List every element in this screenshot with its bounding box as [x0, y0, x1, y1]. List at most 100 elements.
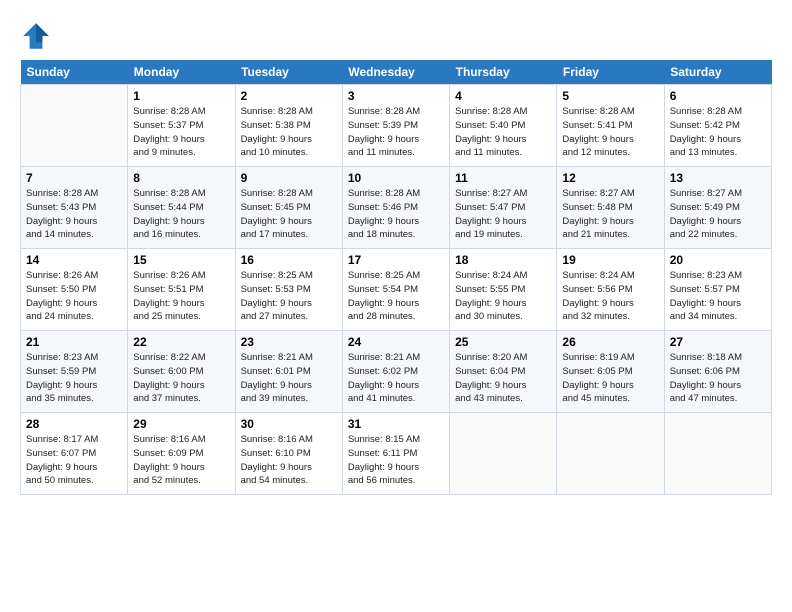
calendar-cell: 30Sunrise: 8:16 AM Sunset: 6:10 PM Dayli…: [235, 413, 342, 495]
day-info: Sunrise: 8:27 AM Sunset: 5:47 PM Dayligh…: [455, 187, 551, 242]
calendar-cell: 2 Sunrise: 8:28 AM Sunset: 5:38 PM Daylig…: [235, 85, 342, 167]
week-row-1: 7 Sunrise: 8:28 AM Sunset: 5:43 PM Daylig…: [21, 167, 772, 249]
calendar-cell: [21, 85, 128, 167]
page: SundayMondayTuesdayWednesdayThursdayFrid…: [0, 0, 792, 612]
calendar-cell: 27 Sunrise: 8:18 AM Sunset: 6:06 PM Dayli…: [664, 331, 771, 413]
header-cell-sunday: Sunday: [21, 60, 128, 85]
logo-icon: [20, 20, 52, 52]
day-number: 2: [241, 89, 337, 103]
calendar-cell: [664, 413, 771, 495]
day-number: 17: [348, 253, 444, 267]
calendar-cell: 20Sunrise: 8:23 AM Sunset: 5:57 PM Dayli…: [664, 249, 771, 331]
week-row-4: 28 Sunrise: 8:17 AM Sunset: 6:07 PM Dayli…: [21, 413, 772, 495]
header-cell-thursday: Thursday: [450, 60, 557, 85]
day-number: 12: [562, 171, 658, 185]
day-info: Sunrise: 8:28 AM Sunset: 5:39 PM Dayligh…: [348, 105, 444, 160]
day-info: Sunrise: 8:28 AM Sunset: 5:43 PM Dayligh…: [26, 187, 122, 242]
calendar-cell: 22 Sunrise: 8:22 AM Sunset: 6:00 PM Dayli…: [128, 331, 235, 413]
day-info: Sunrise: 8:16 AM Sunset: 6:09 PM Dayligh…: [133, 433, 229, 488]
day-number: 15: [133, 253, 229, 267]
calendar-cell: 13 Sunrise: 8:27 AM Sunset: 5:49 PM Dayli…: [664, 167, 771, 249]
day-number: 21: [26, 335, 122, 349]
day-info: Sunrise: 8:28 AM Sunset: 5:41 PM Dayligh…: [562, 105, 658, 160]
calendar-cell: 1 Sunrise: 8:28 AM Sunset: 5:37 PM Daylig…: [128, 85, 235, 167]
header: [20, 20, 772, 52]
day-info: Sunrise: 8:24 AM Sunset: 5:55 PM Dayligh…: [455, 269, 551, 324]
day-number: 26: [562, 335, 658, 349]
calendar-cell: 23Sunrise: 8:21 AM Sunset: 6:01 PM Dayli…: [235, 331, 342, 413]
calendar-cell: 16 Sunrise: 8:25 AM Sunset: 5:53 PM Dayli…: [235, 249, 342, 331]
day-info: Sunrise: 8:15 AM Sunset: 6:11 PM Dayligh…: [348, 433, 444, 488]
day-info: Sunrise: 8:26 AM Sunset: 5:50 PM Dayligh…: [26, 269, 122, 324]
calendar-cell: 19 Sunrise: 8:24 AM Sunset: 5:56 PM Dayli…: [557, 249, 664, 331]
day-number: 19: [562, 253, 658, 267]
day-info: Sunrise: 8:25 AM Sunset: 5:54 PM Dayligh…: [348, 269, 444, 324]
day-number: 8: [133, 171, 229, 185]
calendar-cell: [557, 413, 664, 495]
header-cell-friday: Friday: [557, 60, 664, 85]
day-number: 28: [26, 417, 122, 431]
day-number: 10: [348, 171, 444, 185]
calendar-cell: 24Sunrise: 8:21 AM Sunset: 6:02 PM Dayli…: [342, 331, 449, 413]
day-info: Sunrise: 8:23 AM Sunset: 5:59 PM Dayligh…: [26, 351, 122, 406]
day-number: 5: [562, 89, 658, 103]
calendar-cell: 26 Sunrise: 8:19 AM Sunset: 6:05 PM Dayli…: [557, 331, 664, 413]
day-number: 1: [133, 89, 229, 103]
calendar-cell: 7 Sunrise: 8:28 AM Sunset: 5:43 PM Daylig…: [21, 167, 128, 249]
header-cell-tuesday: Tuesday: [235, 60, 342, 85]
day-number: 30: [241, 417, 337, 431]
day-info: Sunrise: 8:18 AM Sunset: 6:06 PM Dayligh…: [670, 351, 766, 406]
day-number: 3: [348, 89, 444, 103]
day-info: Sunrise: 8:26 AM Sunset: 5:51 PM Dayligh…: [133, 269, 229, 324]
day-info: Sunrise: 8:27 AM Sunset: 5:49 PM Dayligh…: [670, 187, 766, 242]
day-number: 31: [348, 417, 444, 431]
calendar-cell: [450, 413, 557, 495]
week-row-0: 1 Sunrise: 8:28 AM Sunset: 5:37 PM Daylig…: [21, 85, 772, 167]
day-info: Sunrise: 8:28 AM Sunset: 5:45 PM Dayligh…: [241, 187, 337, 242]
day-number: 7: [26, 171, 122, 185]
calendar-cell: 29 Sunrise: 8:16 AM Sunset: 6:09 PM Dayli…: [128, 413, 235, 495]
day-info: Sunrise: 8:19 AM Sunset: 6:05 PM Dayligh…: [562, 351, 658, 406]
day-number: 22: [133, 335, 229, 349]
calendar-cell: 28 Sunrise: 8:17 AM Sunset: 6:07 PM Dayli…: [21, 413, 128, 495]
day-info: Sunrise: 8:28 AM Sunset: 5:40 PM Dayligh…: [455, 105, 551, 160]
day-info: Sunrise: 8:22 AM Sunset: 6:00 PM Dayligh…: [133, 351, 229, 406]
calendar-cell: 10 Sunrise: 8:28 AM Sunset: 5:46 PM Dayli…: [342, 167, 449, 249]
day-info: Sunrise: 8:28 AM Sunset: 5:44 PM Dayligh…: [133, 187, 229, 242]
day-number: 14: [26, 253, 122, 267]
day-info: Sunrise: 8:25 AM Sunset: 5:53 PM Dayligh…: [241, 269, 337, 324]
day-number: 16: [241, 253, 337, 267]
week-row-3: 21 Sunrise: 8:23 AM Sunset: 5:59 PM Dayli…: [21, 331, 772, 413]
day-number: 4: [455, 89, 551, 103]
calendar-cell: 14 Sunrise: 8:26 AM Sunset: 5:50 PM Dayli…: [21, 249, 128, 331]
calendar-cell: 11 Sunrise: 8:27 AM Sunset: 5:47 PM Dayli…: [450, 167, 557, 249]
day-number: 18: [455, 253, 551, 267]
calendar-cell: 25Sunrise: 8:20 AM Sunset: 6:04 PM Dayli…: [450, 331, 557, 413]
calendar-cell: 21 Sunrise: 8:23 AM Sunset: 5:59 PM Dayli…: [21, 331, 128, 413]
day-number: 29: [133, 417, 229, 431]
day-number: 9: [241, 171, 337, 185]
calendar-cell: 17 Sunrise: 8:25 AM Sunset: 5:54 PM Dayli…: [342, 249, 449, 331]
calendar-cell: 5 Sunrise: 8:28 AM Sunset: 5:41 PM Daylig…: [557, 85, 664, 167]
calendar-cell: 9 Sunrise: 8:28 AM Sunset: 5:45 PM Daylig…: [235, 167, 342, 249]
day-number: 27: [670, 335, 766, 349]
calendar-table: SundayMondayTuesdayWednesdayThursdayFrid…: [20, 60, 772, 495]
calendar-cell: 6Sunrise: 8:28 AM Sunset: 5:42 PM Daylig…: [664, 85, 771, 167]
day-number: 11: [455, 171, 551, 185]
header-cell-wednesday: Wednesday: [342, 60, 449, 85]
calendar-body: 1 Sunrise: 8:28 AM Sunset: 5:37 PM Daylig…: [21, 85, 772, 495]
day-number: 25: [455, 335, 551, 349]
day-info: Sunrise: 8:28 AM Sunset: 5:42 PM Dayligh…: [670, 105, 766, 160]
day-info: Sunrise: 8:21 AM Sunset: 6:01 PM Dayligh…: [241, 351, 337, 406]
day-number: 13: [670, 171, 766, 185]
day-info: Sunrise: 8:28 AM Sunset: 5:38 PM Dayligh…: [241, 105, 337, 160]
day-info: Sunrise: 8:28 AM Sunset: 5:37 PM Dayligh…: [133, 105, 229, 160]
day-number: 20: [670, 253, 766, 267]
calendar-cell: 12Sunrise: 8:27 AM Sunset: 5:48 PM Dayli…: [557, 167, 664, 249]
day-info: Sunrise: 8:21 AM Sunset: 6:02 PM Dayligh…: [348, 351, 444, 406]
day-info: Sunrise: 8:17 AM Sunset: 6:07 PM Dayligh…: [26, 433, 122, 488]
calendar-header-row: SundayMondayTuesdayWednesdayThursdayFrid…: [21, 60, 772, 85]
day-info: Sunrise: 8:24 AM Sunset: 5:56 PM Dayligh…: [562, 269, 658, 324]
day-info: Sunrise: 8:28 AM Sunset: 5:46 PM Dayligh…: [348, 187, 444, 242]
header-cell-saturday: Saturday: [664, 60, 771, 85]
